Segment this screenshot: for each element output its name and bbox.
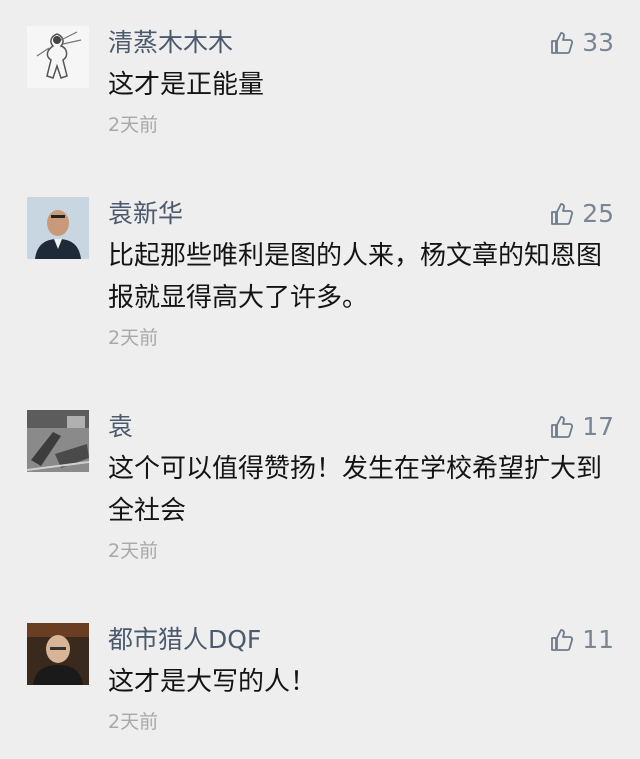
like-button[interactable]: 11 — [550, 623, 614, 657]
comment-author[interactable]: 都市猎人DQF — [108, 623, 261, 657]
like-button[interactable]: 25 — [550, 197, 614, 231]
thumb-up-icon — [550, 415, 574, 439]
comment-text: 比起那些唯利是图的人来，杨文章的知恩图报就显得高大了许多。 — [108, 241, 603, 313]
comment-list: 清蒸木木木 33 这才是正能量 2天前 袁新华 25 比起那些唯利是图的人来，杨… — [0, 0, 640, 759]
comment-text: 这个可以值得赞扬！发生在学校希望扩大到全社会 — [108, 454, 603, 526]
comment-time: 2天前 — [108, 711, 159, 733]
thumb-up-icon — [550, 31, 574, 55]
comment-time: 2天前 — [108, 327, 159, 349]
avatar[interactable] — [27, 26, 89, 88]
comment-author[interactable]: 袁 — [108, 410, 133, 444]
avatar[interactable] — [27, 197, 89, 259]
like-count: 25 — [582, 199, 614, 228]
comment-item: 都市猎人DQF 11 这才是大写的人！ 2天前 — [0, 623, 640, 743]
comment-time: 2天前 — [108, 114, 159, 136]
comment-item: 袁 17 这个可以值得赞扬！发生在学校希望扩大到全社会 2天前 — [0, 410, 640, 570]
avatar[interactable] — [27, 410, 89, 472]
like-count: 17 — [582, 412, 614, 441]
thumb-up-icon — [550, 202, 574, 226]
like-button[interactable]: 33 — [550, 26, 614, 60]
comment-text: 这才是大写的人！ — [108, 667, 317, 697]
comment-author[interactable]: 清蒸木木木 — [108, 26, 233, 60]
like-button[interactable]: 17 — [550, 410, 614, 444]
like-count: 33 — [582, 28, 614, 57]
comment-item: 袁新华 25 比起那些唯利是图的人来，杨文章的知恩图报就显得高大了许多。 2天前 — [0, 197, 640, 357]
thumb-up-icon — [550, 628, 574, 652]
comment-text: 这才是正能量 — [108, 70, 265, 100]
avatar[interactable] — [27, 623, 89, 685]
comment-time: 2天前 — [108, 540, 159, 562]
like-count: 11 — [582, 625, 614, 654]
comment-item: 清蒸木木木 33 这才是正能量 2天前 — [0, 26, 640, 146]
comment-author[interactable]: 袁新华 — [108, 197, 183, 231]
